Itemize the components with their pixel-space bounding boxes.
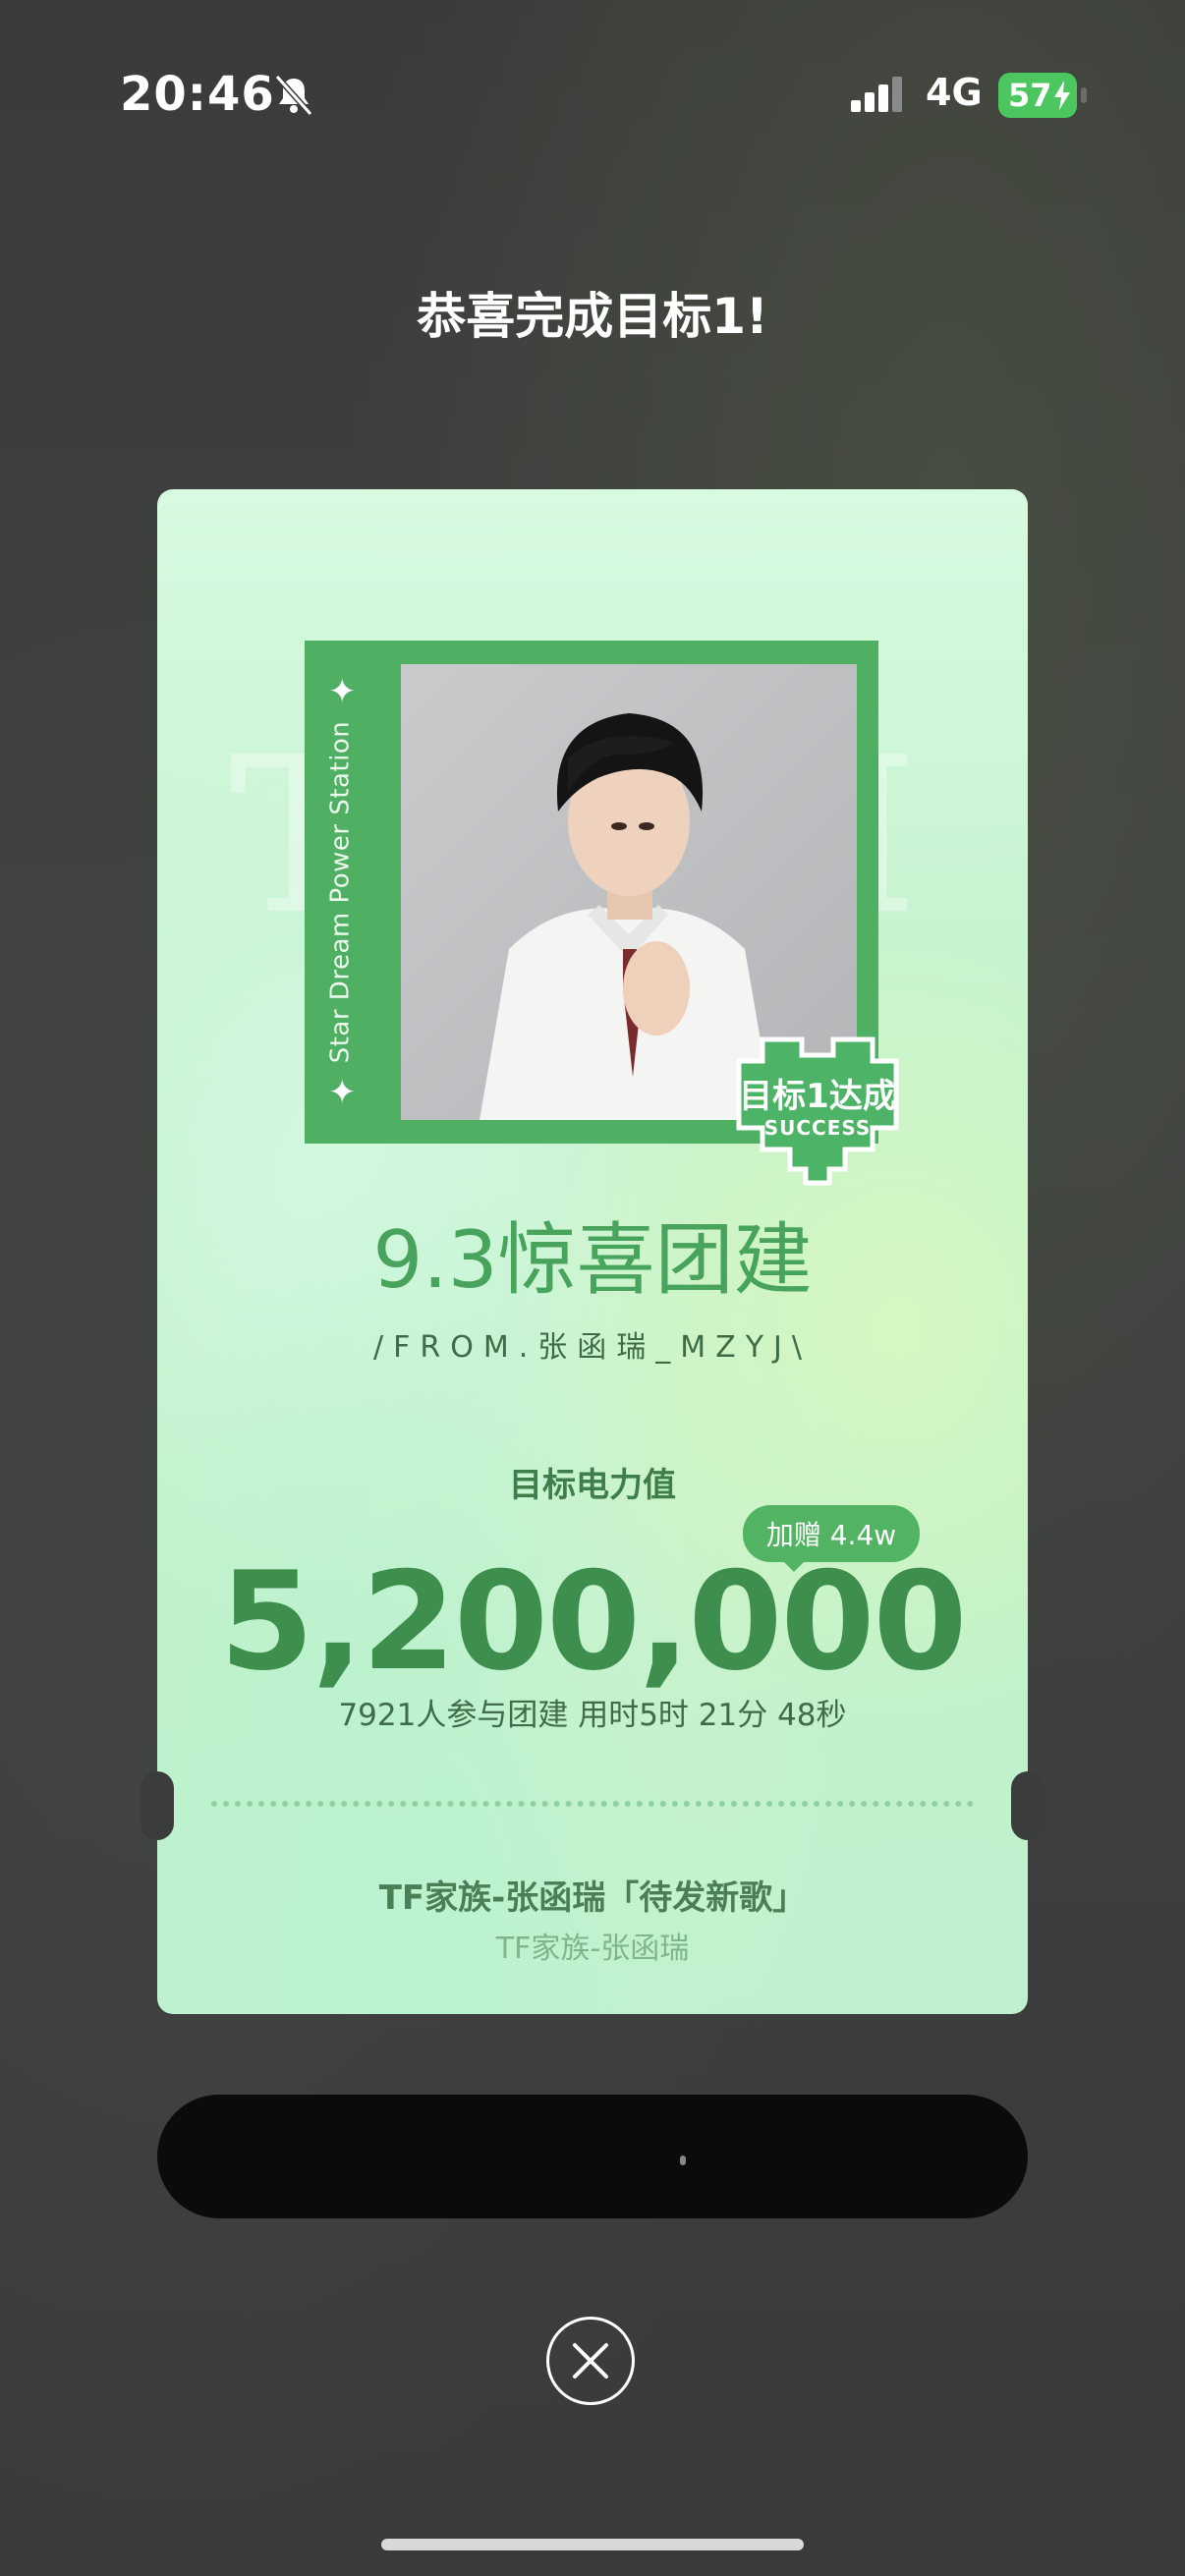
participation-stats: 7921人参与团建 用时5时 21分 48秒 — [338, 1698, 847, 1733]
artist-name: TF家族-张函瑞 — [495, 1932, 690, 1966]
sparkle-icon: ✦ — [328, 1073, 357, 1112]
ticket-notch-right — [1011, 1771, 1044, 1840]
charging-bolt-icon — [1054, 81, 1070, 110]
ticket-notch-left — [141, 1771, 174, 1840]
close-icon — [573, 2343, 608, 2379]
loading-indicator — [680, 2156, 686, 2165]
cellular-signal-icon — [851, 77, 902, 112]
sparkle-icon: ✦ — [328, 672, 357, 711]
event-title: 9.3惊喜团建 — [372, 1214, 813, 1306]
event-from: /FROM.张函瑞_MZYJ\ — [373, 1330, 812, 1365]
song-title: TF家族-张函瑞「待发新歌」 — [378, 1878, 807, 1918]
badge-label: 目标1达成 — [739, 1077, 896, 1116]
battery-indicator: 57 — [998, 73, 1087, 118]
home-indicator[interactable] — [381, 2539, 804, 2550]
target-value: 5,200,000 — [219, 1542, 968, 1701]
network-type: 4G — [926, 71, 983, 114]
status-time: 20:46 — [120, 67, 275, 122]
target-label: 目标电力值 — [509, 1466, 676, 1505]
bell-muted-icon — [274, 74, 313, 117]
frame-side-text: Star Dream Power Station — [325, 720, 355, 1064]
status-bar: 20:46 4G 57 — [0, 0, 1185, 196]
dialog-title: 恭喜完成目标1! — [417, 288, 768, 345]
close-button[interactable] — [546, 2317, 635, 2405]
battery-level: 57 — [1008, 77, 1052, 114]
badge-sub: SUCCESS — [763, 1116, 872, 1140]
ticket-divider — [211, 1801, 974, 1807]
action-button[interactable] — [157, 2095, 1028, 2218]
